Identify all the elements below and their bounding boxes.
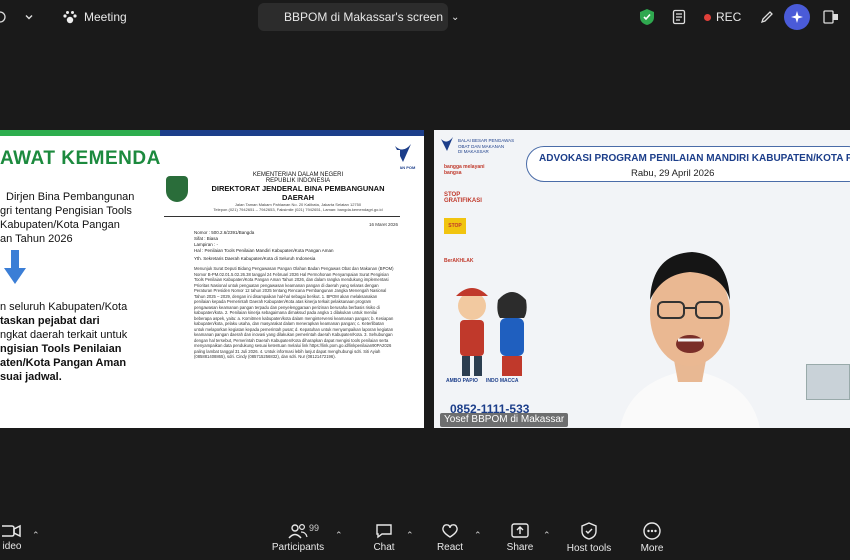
side-label: bangga melayani bangsa [444,164,485,176]
slide-line: aten/Kota Pangan Aman [0,357,127,369]
letter-meta: Nomor : 500.2.6/2391/Bangda Sifat : Bias… [194,230,334,254]
host-tools-label: Host tools [566,543,612,554]
arrow-down-icon [4,250,26,284]
speaker-person [620,252,760,428]
window-left-controls [0,0,12,34]
letter-body: Menunjuk Surat Deputi Bidang Pengawasan … [194,266,394,359]
background-thumbnail [806,364,850,400]
chat-button[interactable]: Chat [366,516,402,560]
security-shield-icon[interactable] [634,4,660,30]
slide-green-bar [0,130,160,136]
recording-dot-icon [704,13,711,21]
more-label: More [640,543,664,554]
paw-icon [63,11,77,24]
slide-line: ngkat daerah terkait untuk [0,329,128,341]
video-label: ideo [2,541,22,552]
event-banner-title: ADVOKASI PROGRAM PENILAIAN MANDIRI KABUP… [539,153,850,164]
slide-left-text-2: n seluruh Kabupaten/Kota taskan pejabat … [0,300,150,384]
video-camera-icon [2,524,21,538]
letter-date: 16 Maret 2026 [368,222,398,227]
chat-icon [376,524,392,539]
letter-header-line: DIREKTORAT JENDERAL BINA PEMBANGUNAN DAE… [211,184,385,202]
letter-header: KEMENTERIAN DALAM NEGERI REPUBLIK INDONE… [196,172,400,212]
participant-video[interactable]: BALAI BESAR PENGAWAS OBAT DAN MAKANAN DI… [434,130,850,428]
chevron-down-icon[interactable] [24,0,34,34]
document-icon[interactable] [666,4,692,30]
slide-line: suai jadwal. [0,371,62,383]
chevron-up-icon[interactable]: ⌃ [543,530,551,541]
bottom-toolbar: ideo ⌃ Participants 99 ⌃ Chat ⌃ React ⌃ … [0,516,850,560]
slide-line: gri tentang Pengisian Tools [0,205,132,217]
video-button[interactable]: ideo [0,516,24,560]
logo-text-line: BALAI BESAR PENGAWAS [458,138,515,143]
mascot-label: INDO MACCA [486,378,519,384]
participant-name-tag: Yosef BBPOM di Makassar [440,413,569,427]
event-banner: ADVOKASI PROGRAM PENILAIAN MANDIRI KABUP… [526,146,850,182]
more-button[interactable]: More [636,516,668,560]
react-button[interactable]: React [432,516,468,560]
bpom-logo-icon [441,137,453,151]
chevron-up-icon[interactable]: ⌃ [406,530,414,541]
slide-line: an Tahun 2026 [0,233,73,245]
leave-panel-icon[interactable] [818,4,844,30]
bbpom-logo: BALAI BESAR PENGAWAS OBAT DAN MAKANAN DI… [440,136,520,166]
participants-icon [288,523,308,539]
letter-divider [164,216,400,217]
share-button[interactable]: Share [502,516,538,560]
meeting-menu[interactable]: Meeting [62,0,127,34]
react-label: React [436,542,464,553]
side-label: STOP [444,218,466,234]
letter-header-line: Telepon (021) 7942651 – 7942653, Faksimi… [213,207,383,212]
logo-text-line: DI MAKASSAR [458,149,489,154]
meeting-label: Meeting [84,10,127,24]
host-tools-button[interactable]: Host tools [564,516,614,560]
chevron-up-icon[interactable]: ⌃ [474,530,482,541]
heart-icon [442,524,458,538]
slide-line: taskan pejabat dari [0,315,100,327]
rec-label: REC [716,10,742,24]
window-icon[interactable] [0,11,12,23]
screen-share-indicator[interactable]: BBPOM di Makassar's screen ⌄ [258,3,459,31]
shield-icon [581,522,597,540]
slide-left-text: Dirjen Bina Pembangunan gri tentang Peng… [0,190,150,246]
more-icon [643,522,661,540]
participants-label: Participants [271,542,325,553]
side-label: BerAKHLAK [444,258,474,264]
recording-indicator[interactable]: REC [704,0,741,34]
chevron-up-icon[interactable]: ⌃ [335,530,343,541]
share-label: Share [506,542,534,553]
letter-meta-line: Hal : Penilaian Tools Penilaian Mandiri … [194,248,334,253]
letter-recipient: Yth. Sekretaris Daerah Kabupaten/Kota di… [194,256,316,261]
event-banner-date: Rabu, 29 April 2026 [631,168,715,179]
slide-line: Kabupaten/Kota Pangan [0,219,120,231]
letter-document: KEMENTERIAN DALAM NEGERI REPUBLIK INDONE… [160,150,400,428]
share-label: BBPOM di Makassar's screen [284,10,444,24]
ai-companion-icon[interactable] [784,4,810,30]
share-screen-icon [511,523,529,538]
chat-label: Chat [373,542,395,553]
mascot-label: AMBO PAPIO [446,378,478,384]
shared-screen: AWAT KEMENDAGRI Dirjen Bina Pembangunan … [0,130,424,428]
slide-line: ngisian Tools Penilaian [0,343,122,355]
participants-count: 99 [309,523,320,533]
slide-blue-bar [160,130,424,136]
garuda-emblem-icon [166,176,188,202]
slide-line: Dirjen Bina Pembangunan [6,191,135,203]
top-bar: Meeting BBPOM di Makassar's screen ⌄ REC [0,0,850,34]
slide-line: n seluruh Kabupaten/Kota [0,301,128,313]
chevron-down-icon[interactable]: ⌄ [451,12,459,23]
chevron-up-icon[interactable]: ⌃ [32,530,40,541]
side-label: STOP GRATIFIKASI [444,192,482,204]
pencil-icon[interactable] [754,4,780,30]
